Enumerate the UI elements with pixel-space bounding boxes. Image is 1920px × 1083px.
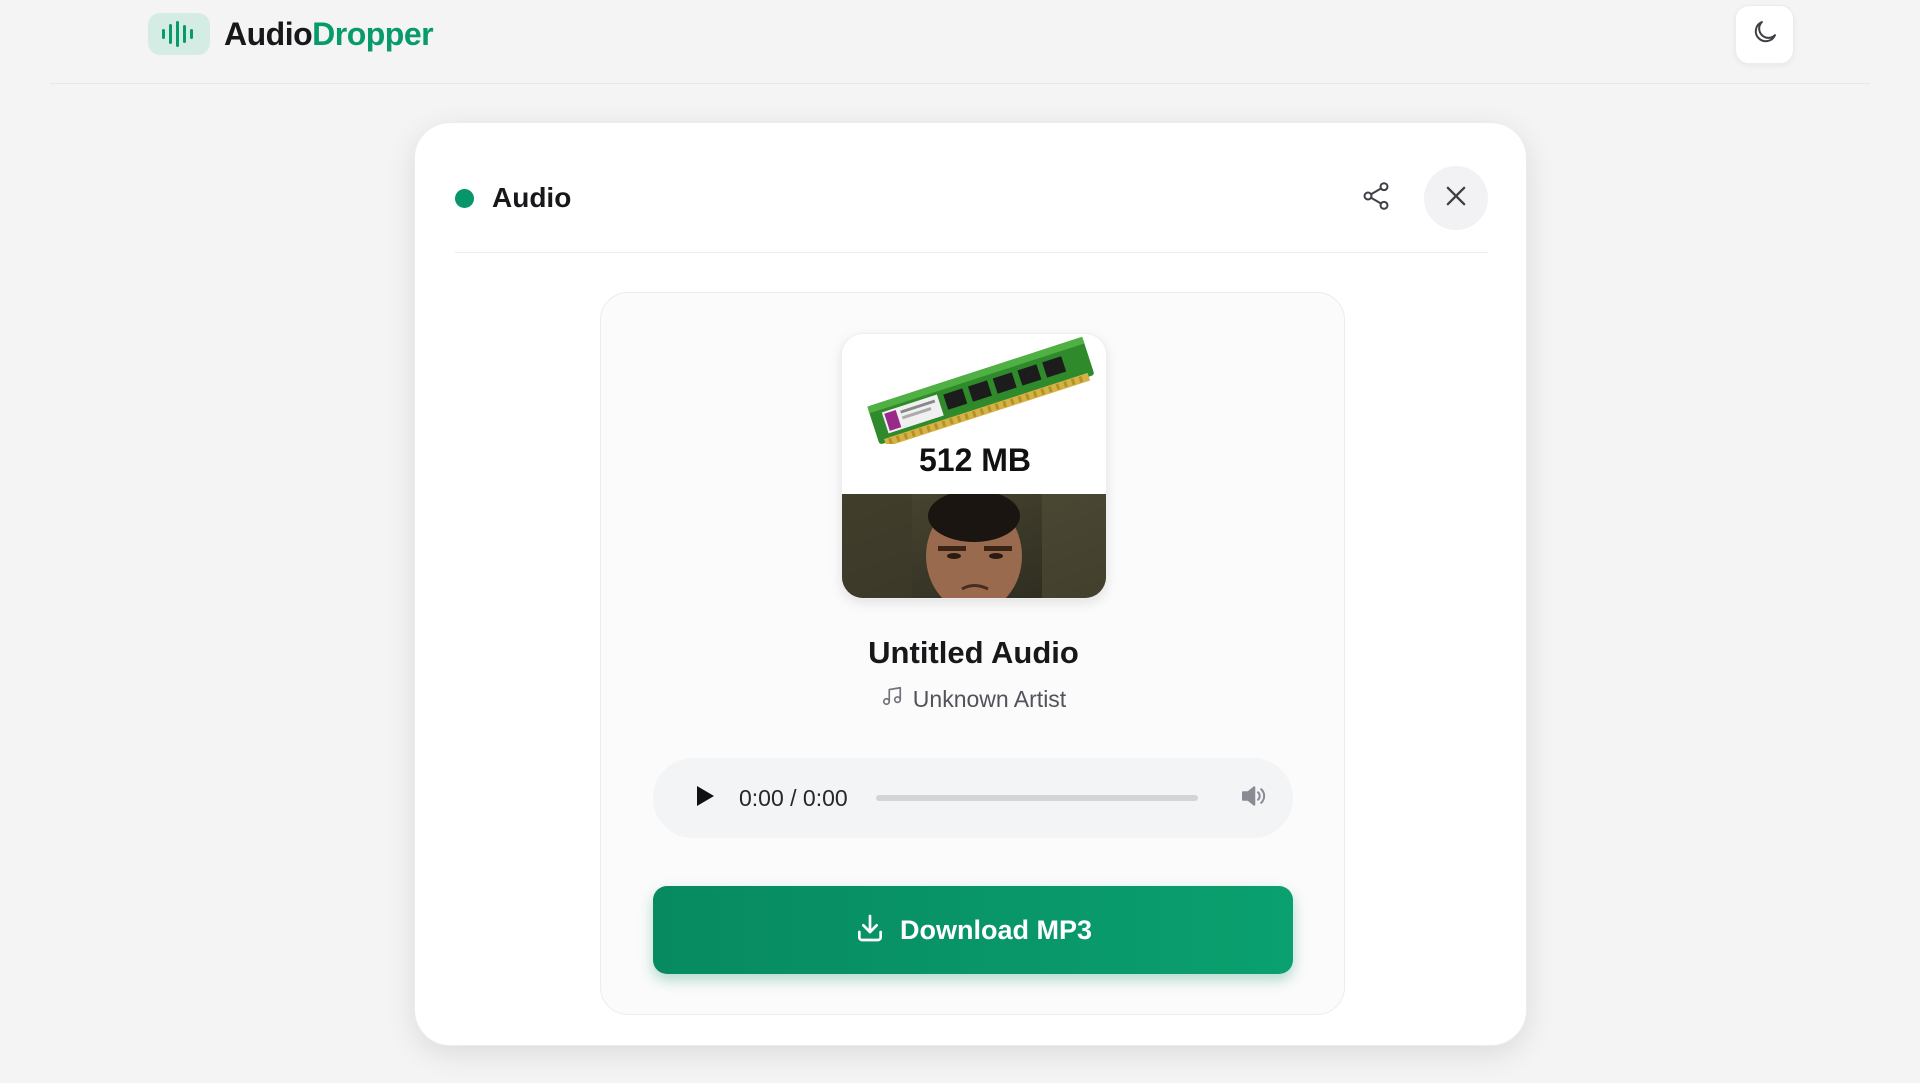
brand-name-second: Dropper xyxy=(312,15,434,52)
theme-toggle-button[interactable] xyxy=(1735,5,1794,64)
artwork-photo xyxy=(842,490,1106,598)
download-icon xyxy=(854,912,886,949)
card-title: Audio xyxy=(492,182,572,213)
play-icon xyxy=(694,784,716,813)
header-divider xyxy=(50,83,1870,84)
share-icon xyxy=(1360,180,1392,217)
top-header: AudioDropper xyxy=(0,0,1920,84)
card-divider xyxy=(455,252,1488,253)
music-note-icon xyxy=(881,685,903,713)
audio-player: 0:00 / 0:00 xyxy=(653,758,1293,838)
share-button[interactable] xyxy=(1352,174,1400,222)
track-artist: Unknown Artist xyxy=(601,685,1346,713)
brand-name-first: Audio xyxy=(224,15,313,52)
seek-bar[interactable] xyxy=(875,795,1198,801)
volume-icon xyxy=(1238,781,1268,816)
audio-card: Audio 512 MB Untitled Audio Unknown Arti… xyxy=(414,122,1527,1046)
brand[interactable]: AudioDropper xyxy=(148,13,434,55)
album-artwork: 512 MB xyxy=(841,333,1107,599)
card-header: Audio xyxy=(455,163,1488,233)
download-mp3-button[interactable]: Download MP3 xyxy=(653,886,1293,974)
moon-icon xyxy=(1750,17,1780,52)
waveform-logo-icon xyxy=(148,13,210,55)
time-display: 0:00 / 0:00 xyxy=(739,784,848,811)
brand-name: AudioDropper xyxy=(224,15,434,53)
track-title: Untitled Audio xyxy=(868,635,1079,670)
download-label: Download MP3 xyxy=(899,914,1092,945)
close-icon xyxy=(1442,182,1470,215)
artwork-caption: 512 MB xyxy=(918,442,1032,478)
track-panel: 512 MB Untitled Audio Unknown Artist 0:0… xyxy=(600,292,1345,1015)
artist-name: Unknown Artist xyxy=(912,685,1067,712)
status-dot xyxy=(455,188,474,208)
play-button[interactable] xyxy=(685,778,725,818)
card-actions xyxy=(1352,166,1488,230)
volume-button[interactable] xyxy=(1236,781,1270,815)
close-button[interactable] xyxy=(1424,166,1488,230)
